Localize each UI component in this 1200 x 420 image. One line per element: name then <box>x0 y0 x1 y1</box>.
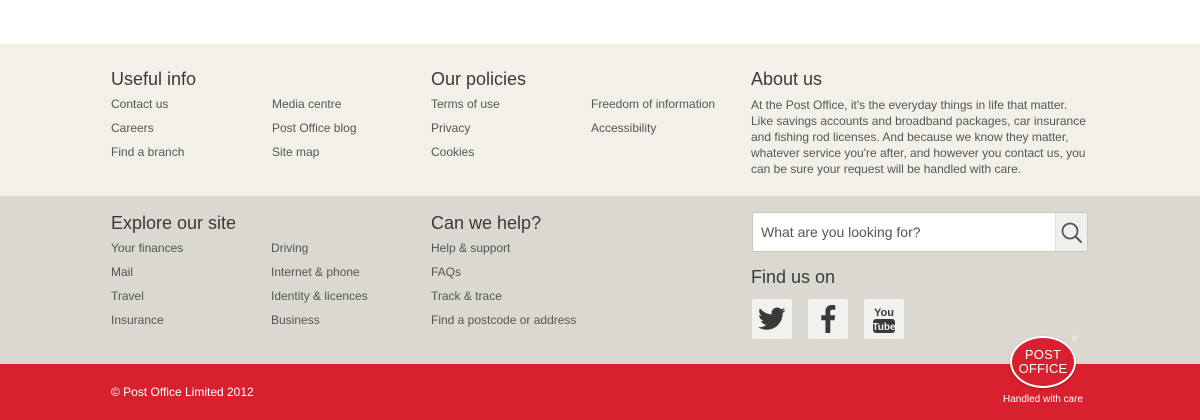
registered-mark: ® <box>1072 336 1078 343</box>
post-office-logo[interactable]: POST OFFICE ® Handled with care <box>995 336 1091 410</box>
search-box <box>752 212 1088 252</box>
copyright-text: © Post Office Limited 2012 <box>111 385 254 399</box>
link-business[interactable]: Business <box>271 313 320 327</box>
link-internet-phone[interactable]: Internet & phone <box>271 265 360 279</box>
help-heading: Can we help? <box>431 213 542 233</box>
about-us-heading: About us <box>751 69 823 89</box>
link-insurance[interactable]: Insurance <box>111 313 164 327</box>
youtube-icon: You Tube <box>872 307 896 333</box>
link-contact-us[interactable]: Contact us <box>111 97 168 111</box>
link-mail[interactable]: Mail <box>111 265 133 279</box>
link-site-map[interactable]: Site map <box>272 145 319 159</box>
link-cookies[interactable]: Cookies <box>431 145 474 159</box>
search-button[interactable] <box>1055 213 1087 251</box>
link-careers[interactable]: Careers <box>111 121 154 135</box>
about-us-text: At the Post Office, it's the everyday th… <box>751 98 1086 176</box>
facebook-icon <box>821 305 836 333</box>
link-terms-of-use[interactable]: Terms of use <box>431 97 500 111</box>
link-find-a-branch[interactable]: Find a branch <box>111 145 184 159</box>
link-track-trace[interactable]: Track & trace <box>431 289 502 303</box>
search-icon <box>1061 222 1082 243</box>
youtube-link[interactable]: You Tube <box>864 299 904 339</box>
link-help-support[interactable]: Help & support <box>431 241 510 255</box>
link-freedom-of-information[interactable]: Freedom of information <box>591 97 715 111</box>
link-accessibility[interactable]: Accessibility <box>591 121 656 135</box>
top-spacer <box>0 0 1200 44</box>
explore-heading: Explore our site <box>111 213 237 233</box>
link-faqs[interactable]: FAQs <box>431 265 461 279</box>
youtube-text-tube: Tube <box>872 322 896 333</box>
link-your-finances[interactable]: Your finances <box>111 241 183 255</box>
twitter-icon <box>758 307 786 330</box>
logo-oval: POST OFFICE <box>1010 336 1076 388</box>
youtube-text-you: You <box>874 307 894 319</box>
link-privacy[interactable]: Privacy <box>431 121 470 135</box>
logo-text-post: POST <box>1024 347 1062 362</box>
twitter-link[interactable] <box>752 299 792 339</box>
search-input[interactable] <box>753 213 1055 251</box>
link-identity-licences[interactable]: Identity & licences <box>271 289 368 303</box>
link-find-postcode[interactable]: Find a postcode or address <box>431 313 576 327</box>
link-travel[interactable]: Travel <box>111 289 144 303</box>
find-us-heading: Find us on <box>751 267 836 287</box>
useful-info-heading: Useful info <box>111 69 197 89</box>
our-policies-heading: Our policies <box>431 69 527 89</box>
footer-info-band: Useful info Contact us Careers Find a br… <box>0 44 1200 196</box>
facebook-link[interactable] <box>808 299 848 339</box>
link-media-centre[interactable]: Media centre <box>272 97 341 111</box>
link-post-office-blog[interactable]: Post Office blog <box>272 121 357 135</box>
logo-text-office: OFFICE <box>1018 361 1068 376</box>
link-driving[interactable]: Driving <box>271 241 308 255</box>
logo-tagline: Handled with care <box>1002 394 1084 405</box>
